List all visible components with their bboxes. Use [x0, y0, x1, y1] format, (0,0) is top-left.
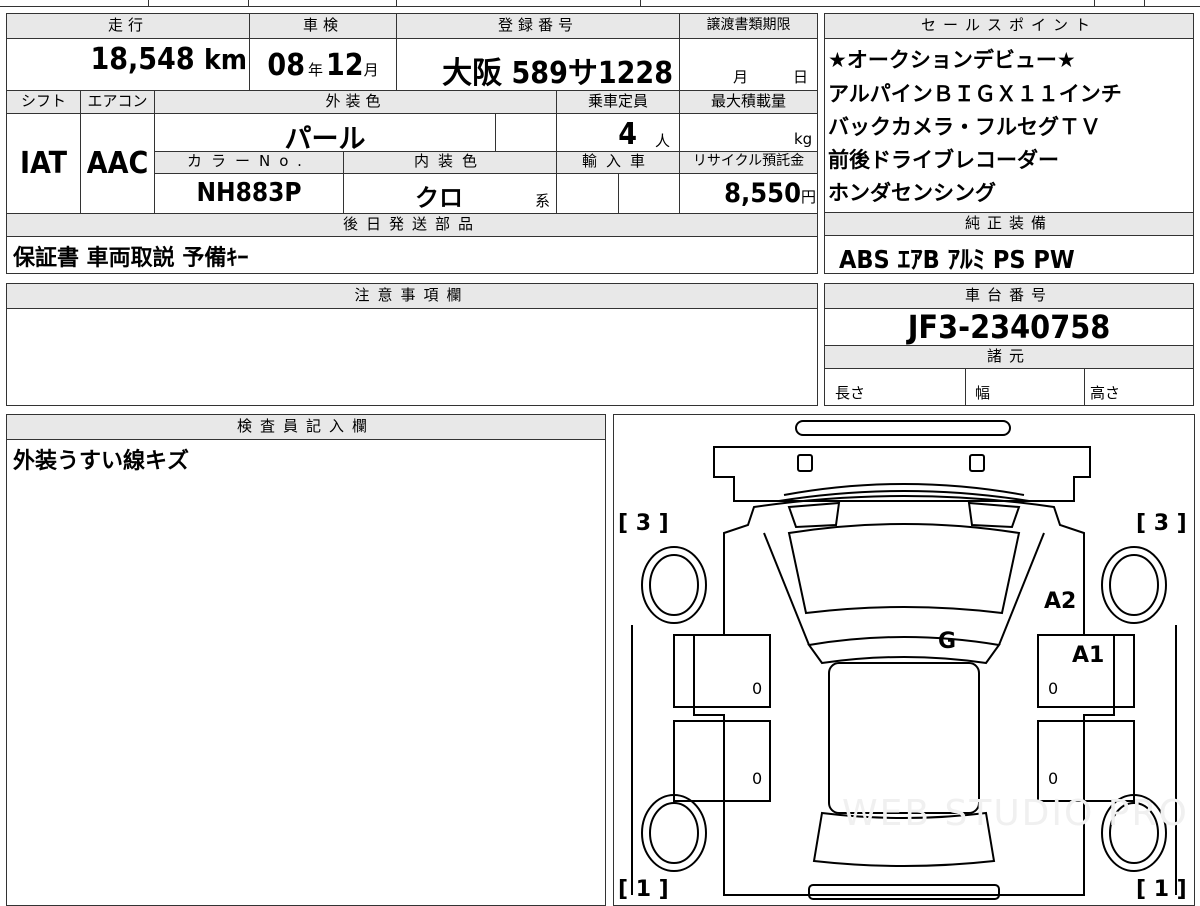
door-rear-left-value: 0: [752, 769, 763, 788]
sales-points-header: セールスポイント: [825, 14, 1193, 38]
mileage-header: 走行: [7, 14, 249, 38]
mileage-value: 18,548 km: [90, 42, 247, 77]
inspector-note: 外装うすい線キズ: [13, 449, 190, 474]
max-load-header: 最大積載量: [680, 91, 817, 113]
inspection-value: 08 年 12月: [267, 48, 379, 83]
specs-header: 諸元: [825, 346, 1193, 368]
front-right-count: [ 3 ]: [1136, 511, 1187, 536]
damage-mark-a1: A1: [1072, 643, 1105, 668]
aircon-header: エアコン: [81, 91, 154, 113]
transfer-day: 日: [793, 68, 809, 86]
transfer-month: 月: [733, 68, 749, 86]
notes-header: 注意事項欄: [7, 284, 817, 308]
top-cutoff-row: [0, 0, 1200, 8]
chassis-box: 車台番号 JF3-2340758 諸元 長さ 幅 高さ: [824, 283, 1194, 406]
inspector-box: 検査員記入欄 外装うすい線キズ: [6, 414, 606, 906]
later-parts-header: 後日発送部品: [7, 214, 817, 236]
sales-point-4: 前後ドライブレコーダー: [828, 148, 1059, 172]
car-diagram-box: [ 3 ] [ 3 ] [ 1 ] [ 1 ] A2 A1 G 0 0 0 0 …: [613, 414, 1195, 906]
equipment-box: 純正装備 ABS ｴｱB ｱﾙﾐ PS PW: [824, 212, 1194, 274]
sales-point-1: ★オークションデビュー★: [828, 48, 1076, 72]
door-front-left-value: 0: [752, 679, 763, 698]
import-header: 輸入車: [557, 152, 679, 173]
plate-value: 大阪 589サ1228: [442, 56, 673, 91]
rear-left-count: [ 1 ]: [618, 877, 669, 902]
transfer-deadline-header: 譲渡書類期限: [680, 14, 817, 38]
sales-point-3: バックカメラ・フルセグＴＶ: [828, 115, 1101, 139]
inspector-header: 検査員記入欄: [7, 415, 605, 439]
spec-width-label: 幅: [975, 384, 991, 402]
rear-right-count: [ 1 ]: [1136, 877, 1187, 902]
exterior-color-header: 外装色: [155, 91, 556, 113]
spec-length-label: 長さ: [835, 384, 866, 402]
watermark: WEB STUDIO PRO: [842, 793, 1189, 834]
recycle-header: リサイクル預託金: [680, 152, 817, 173]
color-no-value: NH883P: [196, 178, 302, 208]
interior-color-suffix: 系: [535, 192, 551, 210]
aircon-value: AAC: [86, 146, 149, 181]
capacity-unit: 人: [655, 132, 671, 150]
plate-header: 登録番号: [397, 14, 679, 38]
capacity-value: 4: [618, 117, 637, 152]
capacity-header: 乗車定員: [557, 91, 679, 113]
max-load-unit: kg: [794, 130, 813, 148]
front-left-count: [ 3 ]: [618, 511, 669, 536]
damage-mark-a2: A2: [1044, 589, 1077, 614]
color-no-header: カラーNo.: [155, 152, 343, 173]
recycle-fee-value: 8,550円: [724, 178, 816, 209]
interior-color-value: クロ: [415, 184, 463, 212]
door-rear-right-value: 0: [1048, 769, 1059, 788]
damage-mark-g: G: [938, 629, 957, 654]
chassis-header: 車台番号: [825, 284, 1193, 308]
door-front-right-value: 0: [1048, 679, 1059, 698]
spec-height-label: 高さ: [1090, 384, 1121, 402]
vehicle-info-table: 走行 車検 登録番号 譲渡書類期限 18,548 km 08 年 12月 大阪 58…: [6, 13, 818, 274]
notes-box: 注意事項欄: [6, 283, 818, 406]
interior-color-header: 内装色: [344, 152, 556, 173]
sales-point-5: ホンダセンシング: [828, 181, 996, 205]
equipment-value: ABS ｴｱB ｱﾙﾐ PS PW: [839, 245, 1075, 274]
chassis-number: JF3-2340758: [907, 308, 1111, 346]
equipment-header: 純正装備: [825, 213, 1193, 235]
later-parts-value: 保証書 車両取説 予備ｷｰ: [13, 246, 249, 271]
inspection-header: 車検: [250, 14, 396, 38]
shift-value: IAT: [19, 146, 67, 181]
sales-point-2: アルパインＢＩＧＸ１１インチ: [828, 82, 1122, 106]
shift-header: シフト: [7, 91, 80, 113]
